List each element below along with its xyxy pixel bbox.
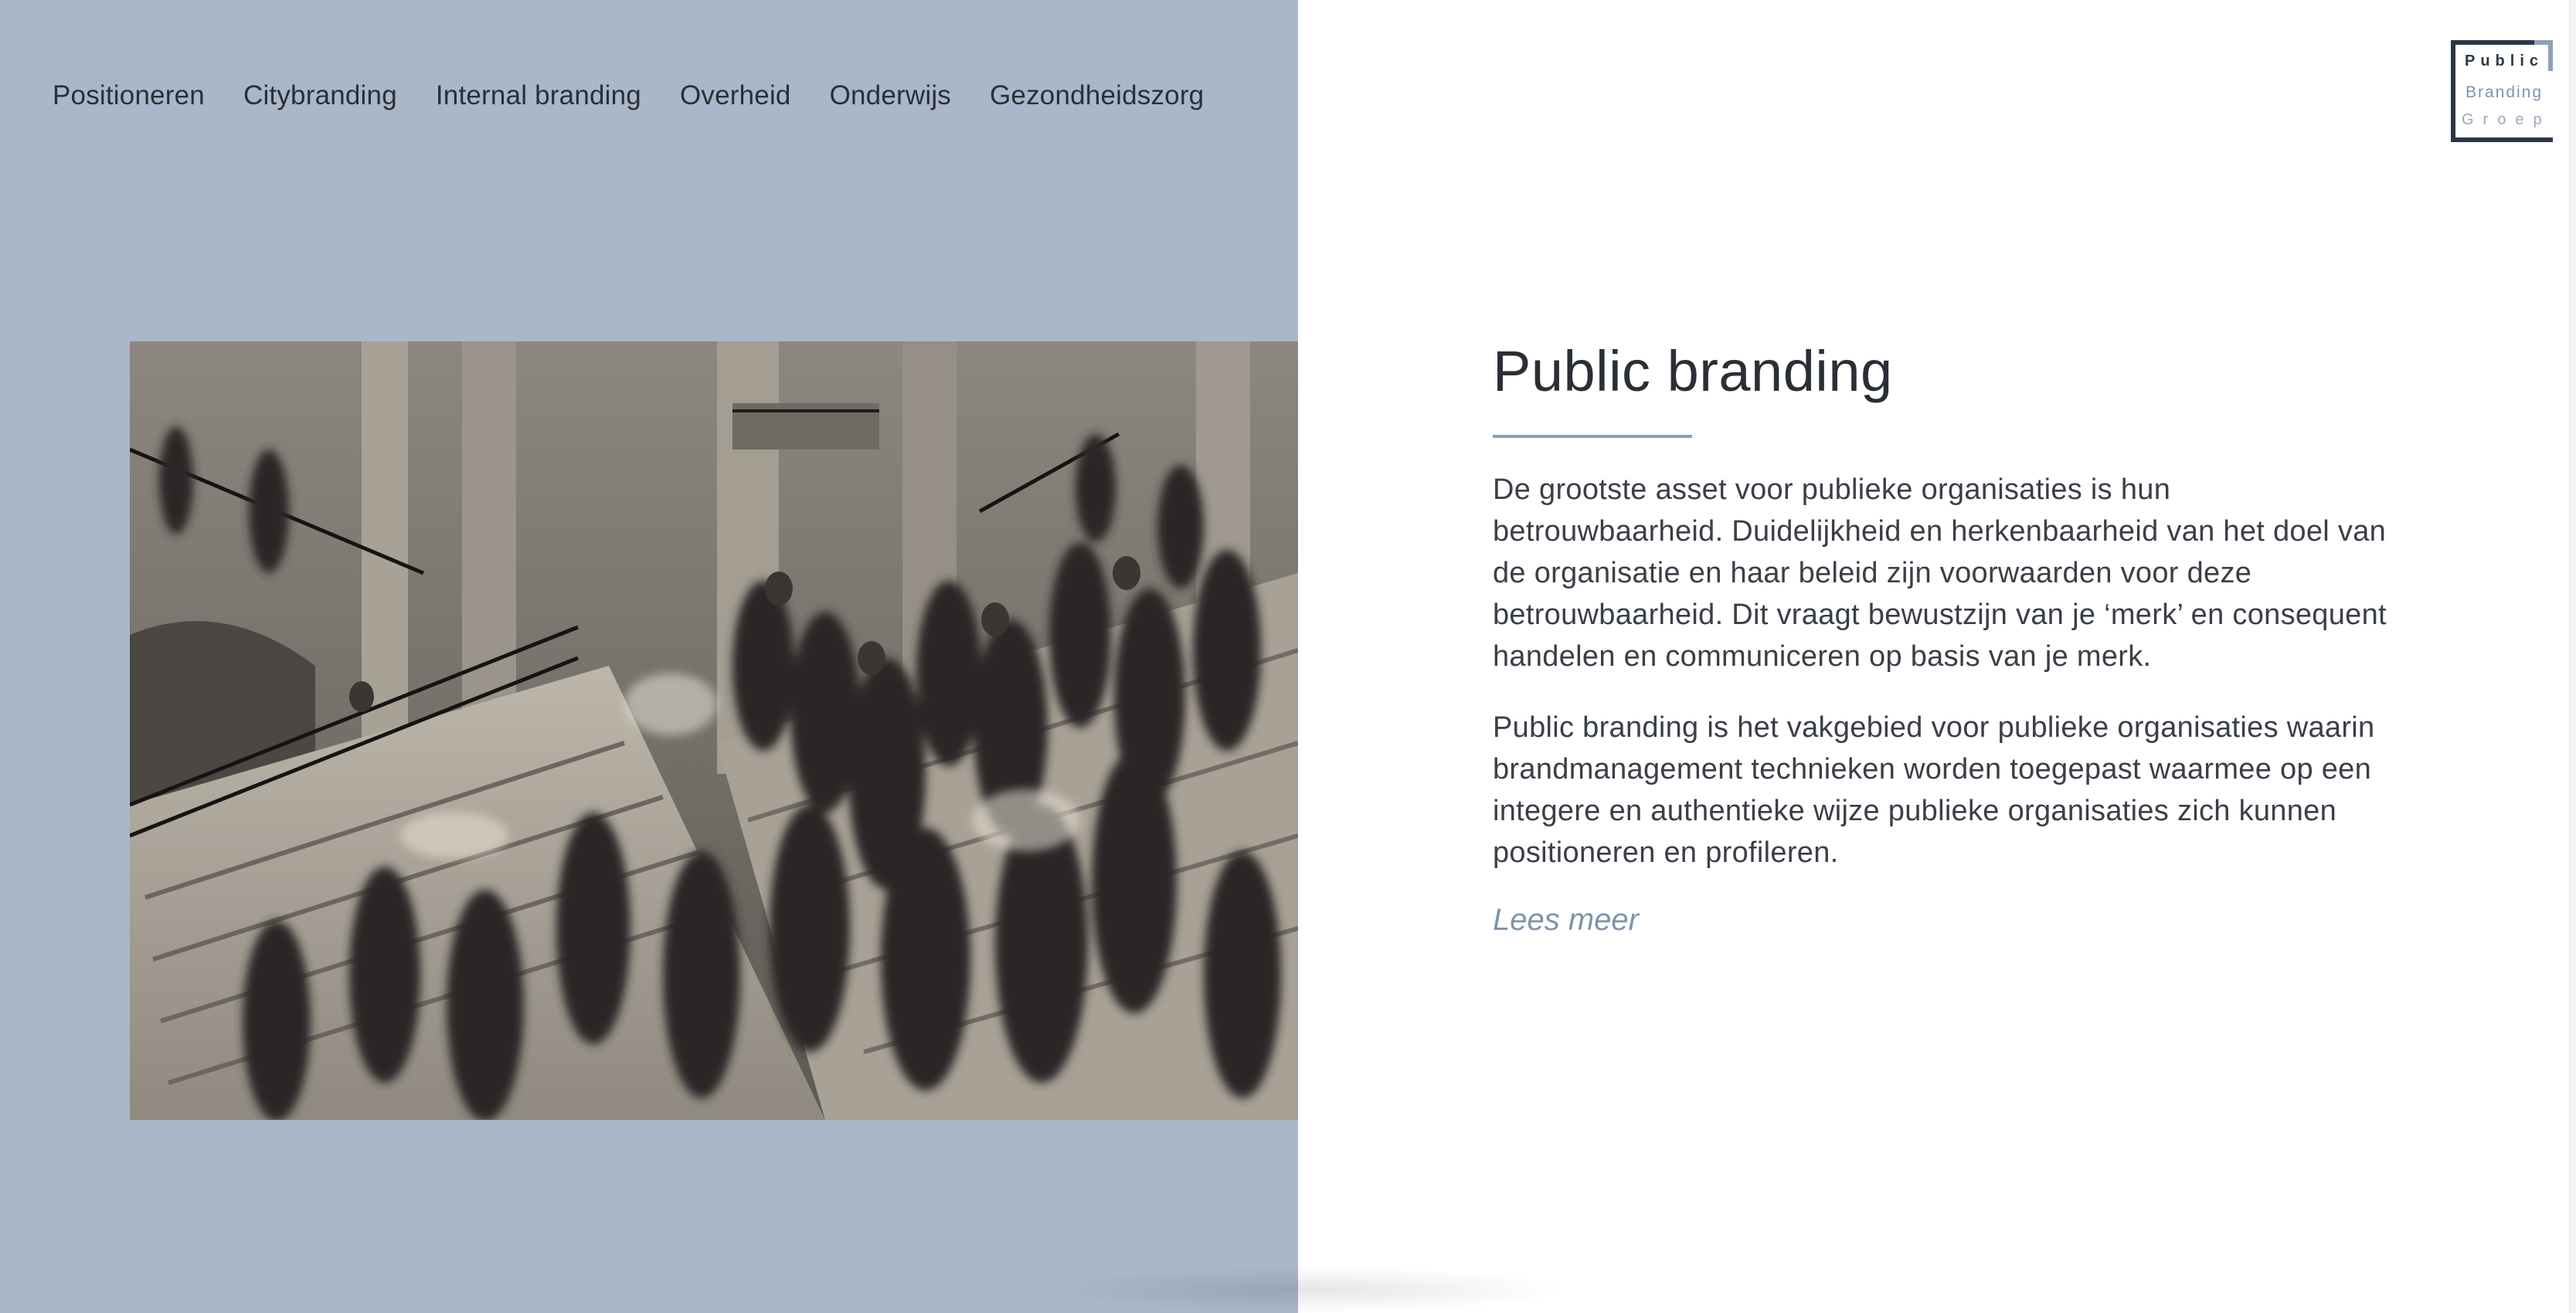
nav-item-onderwijs[interactable]: Onderwijs <box>830 80 951 111</box>
left-panel: Positioneren Citybranding Internal brand… <box>0 0 1298 1313</box>
nav-item-citybranding[interactable]: Citybranding <box>243 80 397 111</box>
hero-photo-crowd-stairs <box>130 341 1298 1120</box>
read-more-link[interactable]: Lees meer <box>1493 903 1639 938</box>
nav-item-positioneren[interactable]: Positioneren <box>53 80 205 111</box>
article-content: Public branding De grootste asset voor p… <box>1493 340 2404 938</box>
nav-item-overheid[interactable]: Overheid <box>680 80 791 111</box>
logo-frame-bottom <box>2451 137 2553 142</box>
bottom-shadow <box>1043 1267 1568 1313</box>
title-divider <box>1493 435 1692 439</box>
page-title: Public branding <box>1493 339 1893 403</box>
article-paragraph-2: Public branding is het vakgebied voor pu… <box>1493 711 2375 870</box>
article-paragraph-1: De grootste asset voor publieke organisa… <box>1493 473 2387 673</box>
logo-frame-accent-right <box>2548 40 2553 71</box>
logo-word-branding: Branding <box>2465 83 2544 101</box>
nav-item-gezondheidszorg[interactable]: Gezondheidszorg <box>990 80 1204 111</box>
main-nav: Positioneren Citybranding Internal brand… <box>53 80 1204 111</box>
public-branding-groep-logo[interactable]: Public Branding Groep <box>2451 40 2553 142</box>
logo-word-groep: Groep <box>2462 111 2551 128</box>
page: Positioneren Citybranding Internal brand… <box>0 0 2576 1313</box>
logo-word-public: Public <box>2464 53 2544 70</box>
nav-item-internal-branding[interactable]: Internal branding <box>436 80 641 111</box>
scrollbar[interactable] <box>2569 0 2576 1313</box>
